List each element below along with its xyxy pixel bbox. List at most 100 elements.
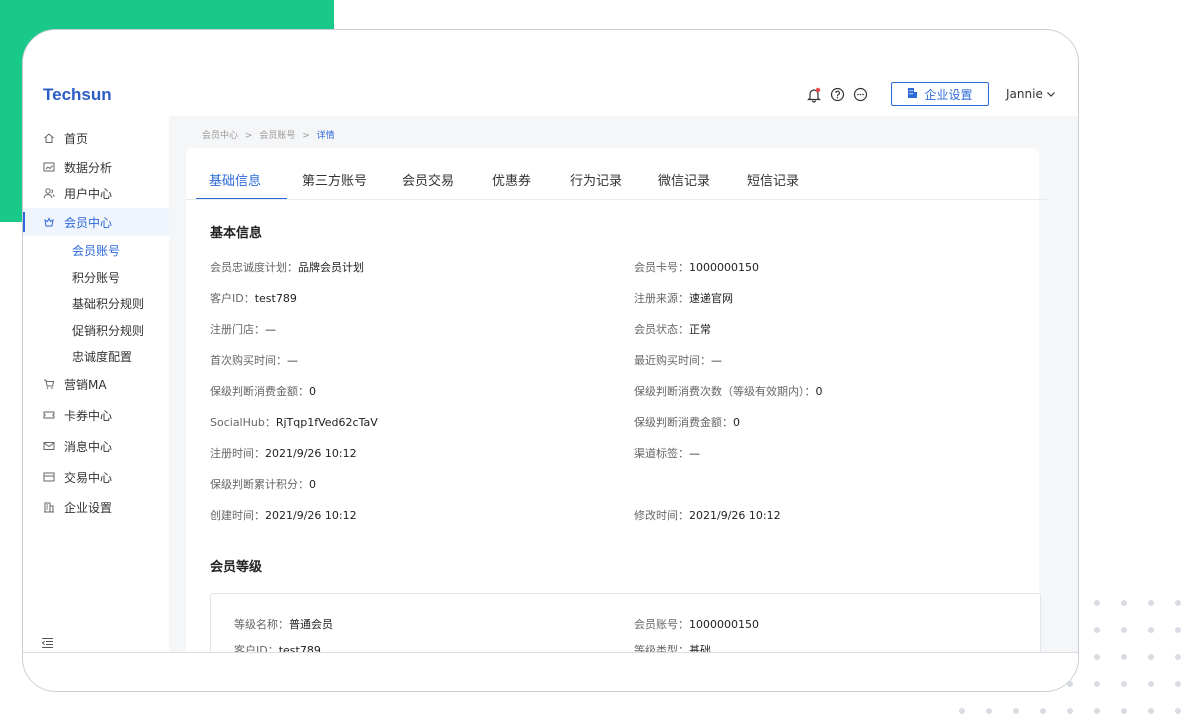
- sidebar-item-message-center[interactable]: 消息中心: [23, 432, 169, 460]
- breadcrumb-separator: >: [244, 131, 253, 141]
- tab-wechat-records[interactable]: 微信记录: [658, 170, 710, 189]
- field-level-name: 等级名称：普通会员: [234, 618, 333, 631]
- member-icon: [42, 215, 56, 229]
- enterprise-settings-label: 企业设置: [924, 87, 973, 102]
- sidebar-item-label: 用户中心: [64, 186, 113, 201]
- breadcrumb-item[interactable]: 会员中心: [202, 131, 238, 141]
- decorative-dot: [986, 708, 992, 714]
- message-icon[interactable]: [853, 87, 869, 103]
- field-customer-id: 客户ID：test789: [210, 292, 297, 305]
- sidebar-item-label: 会员中心: [64, 215, 113, 230]
- sidebar-item-analytics[interactable]: 数据分析: [23, 153, 169, 181]
- decorative-dot: [1148, 627, 1154, 633]
- decorative-dot: [1094, 654, 1100, 660]
- field-member-card-no: 会员卡号：1000000150: [634, 261, 759, 274]
- field-channel-tag: 渠道标签：—: [634, 447, 700, 460]
- sidebar-item-home[interactable]: 首页: [23, 124, 169, 152]
- app-window: Techsun 企业设置 Jannie 首页 数据分析 用户中心 会员中心 会员…: [23, 74, 1078, 654]
- sidebar-item-label: 企业设置: [64, 500, 113, 515]
- tab-third-party-account[interactable]: 第三方账号: [302, 170, 367, 189]
- field-member-account: 会员账号：1000000150: [634, 618, 759, 631]
- field-retain-points: 保级判断累计积分：0: [210, 478, 316, 491]
- section-title-member-level: 会员等级: [210, 560, 263, 575]
- field-retain-count: 保级判断消费次数（等级有效期内）：0: [634, 385, 823, 398]
- users-icon: [42, 186, 56, 200]
- decorative-dot: [1094, 600, 1100, 606]
- sidebar-item-coupon-center[interactable]: 卡券中心: [23, 401, 169, 429]
- sidebar-item-label: 数据分析: [64, 160, 113, 175]
- decorative-dot: [1175, 654, 1181, 660]
- help-icon[interactable]: [830, 87, 846, 103]
- breadcrumb-separator: >: [302, 131, 310, 141]
- user-menu[interactable]: Jannie: [1006, 87, 1056, 101]
- decorative-dot: [1148, 600, 1154, 606]
- field-retain-amount-2: 保级判断消费金额：0: [634, 416, 740, 429]
- tab-sms-records[interactable]: 短信记录: [747, 170, 799, 189]
- card-icon: [42, 470, 56, 484]
- top-header: Techsun 企业设置 Jannie: [23, 74, 1078, 116]
- tab-member-transactions[interactable]: 会员交易: [402, 170, 454, 189]
- ticket-icon: [42, 408, 56, 422]
- tab-coupons[interactable]: 优惠券: [492, 170, 531, 189]
- decorative-dot: [1121, 627, 1127, 633]
- cart-icon: [42, 377, 56, 391]
- decorative-dot: [1121, 654, 1127, 660]
- field-socialhub: SocialHub：RjTqp1fVed62cTaV: [210, 416, 378, 429]
- field-register-source: 注册来源：速递官网: [634, 292, 733, 305]
- frame-bottom-bar: [23, 652, 1078, 691]
- decorative-dot: [1094, 681, 1100, 687]
- sidebar-subitem-promo-points-rules[interactable]: 促销积分规则: [72, 322, 144, 339]
- frame-top-bar: [23, 30, 1078, 75]
- user-name: Jannie: [1006, 87, 1043, 101]
- sidebar-subitem-points-account[interactable]: 积分账号: [72, 269, 120, 286]
- decorative-dot: [1013, 708, 1019, 714]
- breadcrumb-current: 详情: [316, 131, 335, 141]
- decorative-dot: [959, 708, 965, 714]
- member-level-box: 等级名称：普通会员 会员账号：1000000150 客户ID：test789 等…: [210, 593, 1041, 654]
- detail-card: 基础信息 第三方账号 会员交易 优惠券 行为记录 微信记录 短信记录 基本信息 …: [186, 148, 1048, 654]
- sidebar-subitem-member-account[interactable]: 会员账号: [72, 242, 120, 259]
- sidebar-item-label: 消息中心: [64, 439, 113, 454]
- field-created-time: 创建时间：2021/9/26 10:12: [210, 509, 357, 522]
- browser-frame: Techsun 企业设置 Jannie 首页 数据分析 用户中心 会员中心 会员…: [22, 29, 1079, 692]
- sidebar-subitem-basic-points-rules[interactable]: 基础积分规则: [72, 295, 144, 312]
- building-icon: [907, 87, 918, 102]
- field-first-purchase-time: 首次购买时间：—: [210, 354, 298, 367]
- sidebar-item-enterprise-settings[interactable]: 企业设置: [23, 493, 169, 521]
- tab-divider: [186, 199, 1048, 200]
- decorative-dot: [1121, 600, 1127, 606]
- breadcrumb-item[interactable]: 会员账号: [259, 131, 295, 141]
- decorative-dot: [1175, 681, 1181, 687]
- chevron-down-icon: [1046, 87, 1056, 101]
- tab-basic-info[interactable]: 基础信息: [209, 170, 261, 189]
- tab-bar: 基础信息 第三方账号 会员交易 优惠券 行为记录 微信记录 短信记录: [186, 148, 1039, 200]
- section-title-basic-info: 基本信息: [210, 226, 263, 241]
- field-register-time: 注册时间：2021/9/26 10:12: [210, 447, 357, 460]
- sidebar-item-trade-center[interactable]: 交易中心: [23, 463, 169, 491]
- sidebar-item-users[interactable]: 用户中心: [23, 179, 169, 207]
- decorative-dot: [1067, 708, 1073, 714]
- chart-icon: [42, 160, 56, 174]
- bell-icon[interactable]: [807, 87, 823, 103]
- field-last-purchase-time: 最近购买时间：—: [634, 354, 722, 367]
- home-icon: [42, 131, 56, 145]
- breadcrumb: 会员中心 > 会员账号 > 详情: [202, 128, 335, 141]
- field-retain-amount: 保级判断消费金额：0: [210, 385, 316, 398]
- sidebar-item-label: 卡券中心: [64, 408, 113, 423]
- field-loyalty-program: 会员忠诚度计划：品牌会员计划: [210, 261, 364, 274]
- field-modified-time: 修改时间：2021/9/26 10:12: [634, 509, 781, 522]
- decorative-dot: [1175, 708, 1181, 714]
- mail-icon: [42, 439, 56, 453]
- field-member-status: 会员状态：正常: [634, 323, 711, 336]
- decorative-dot: [1175, 627, 1181, 633]
- tab-behavior-records[interactable]: 行为记录: [570, 170, 622, 189]
- collapse-menu-icon[interactable]: [41, 634, 54, 653]
- decorative-dot: [1175, 600, 1181, 606]
- sidebar-item-marketing[interactable]: 营销MA: [23, 370, 169, 398]
- sidebar-subitem-loyalty-config[interactable]: 忠诚度配置: [72, 348, 132, 365]
- enterprise-settings-button[interactable]: 企业设置: [891, 82, 989, 106]
- sidebar-item-member-center[interactable]: 会员中心: [23, 208, 169, 236]
- decorative-dot: [1121, 708, 1127, 714]
- sidebar-item-label: 营销MA: [64, 377, 107, 392]
- decorative-dot: [1148, 708, 1154, 714]
